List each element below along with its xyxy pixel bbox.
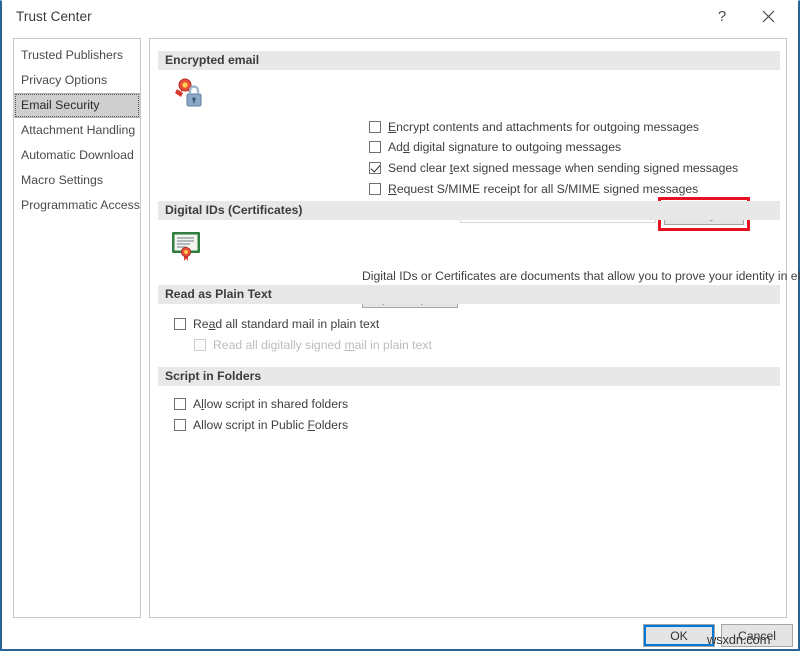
sidebar-item-label: Automatic Download bbox=[21, 148, 134, 162]
checkbox-box[interactable] bbox=[369, 121, 381, 133]
digital-ids-description: Digital IDs or Certificates are document… bbox=[362, 269, 800, 283]
title-bar: Trust Center ? bbox=[2, 1, 798, 34]
category-sidebar: Trusted Publishers Privacy Options Email… bbox=[13, 38, 141, 618]
checkbox-label: Encrypt contents and attachments for out… bbox=[388, 120, 699, 134]
checkbox-allow-script-public-folders[interactable]: Allow script in Public Folders bbox=[174, 418, 348, 432]
window-title: Trust Center bbox=[16, 9, 92, 24]
checkbox-allow-script-shared-folders[interactable]: Allow script in shared folders bbox=[174, 397, 348, 411]
checkbox-label: Add digital signature to outgoing messag… bbox=[388, 140, 622, 154]
checkbox-add-digital-signature[interactable]: Add digital signature to outgoing messag… bbox=[369, 140, 621, 154]
trust-center-dialog: Trust Center ? Trusted Publishers Privac… bbox=[0, 0, 800, 651]
checkbox-box[interactable] bbox=[174, 398, 186, 410]
checkbox-send-clear-text-signed[interactable]: Send clear text signed message when send… bbox=[369, 161, 738, 175]
sidebar-item-label: Email Security bbox=[21, 98, 100, 112]
section-header-script-in-folders: Script in Folders bbox=[158, 367, 780, 386]
sidebar-item-label: Attachment Handling bbox=[21, 123, 136, 137]
section-header-read-as-plain-text: Read as Plain Text bbox=[158, 285, 780, 304]
section-header-digital-ids: Digital IDs (Certificates) bbox=[158, 201, 780, 220]
sidebar-item-trusted-publishers[interactable]: Trusted Publishers bbox=[14, 43, 140, 68]
help-icon[interactable]: ? bbox=[700, 1, 744, 32]
sidebar-item-label: Privacy Options bbox=[21, 73, 108, 87]
ok-button[interactable]: OK bbox=[643, 624, 715, 647]
certificate-lock-icon bbox=[170, 77, 204, 116]
ok-button-label: OK bbox=[670, 628, 688, 643]
sidebar-item-label: Programmatic Access bbox=[21, 198, 140, 212]
checkbox-request-smime-receipt[interactable]: Request S/MIME receipt for all S/MIME si… bbox=[369, 182, 698, 196]
settings-panel: Encrypted email Encrypt contents and att… bbox=[149, 38, 800, 618]
checkbox-box[interactable] bbox=[369, 162, 381, 174]
cancel-button[interactable]: Cancel bbox=[721, 624, 793, 647]
checkbox-read-all-digitally-signed-plain-text: Read all digitally signed mail in plain … bbox=[194, 338, 432, 352]
sidebar-item-macro-settings[interactable]: Macro Settings bbox=[14, 168, 140, 193]
sidebar-item-programmatic-access[interactable]: Programmatic Access bbox=[14, 193, 140, 218]
checkbox-box[interactable] bbox=[174, 419, 186, 431]
checkbox-box[interactable] bbox=[174, 318, 186, 330]
close-icon[interactable] bbox=[746, 1, 790, 32]
sidebar-item-label: Trusted Publishers bbox=[21, 48, 124, 62]
close-glyph bbox=[762, 10, 774, 23]
checkbox-label: Send clear text signed message when send… bbox=[388, 161, 739, 175]
cancel-button-label: Cancel bbox=[738, 628, 776, 643]
sidebar-item-automatic-download[interactable]: Automatic Download bbox=[14, 143, 140, 168]
sidebar-item-privacy-options[interactable]: Privacy Options bbox=[14, 68, 140, 93]
checkbox-box[interactable] bbox=[369, 183, 381, 195]
sidebar-item-email-security[interactable]: Email Security bbox=[14, 93, 140, 118]
sidebar-item-label: Macro Settings bbox=[21, 173, 104, 187]
certificate-document-icon bbox=[170, 229, 204, 268]
section-header-encrypted-email: Encrypted email bbox=[158, 51, 780, 70]
checkbox-label: Allow script in Public Folders bbox=[193, 418, 349, 432]
checkbox-box[interactable] bbox=[369, 141, 381, 153]
help-glyph: ? bbox=[717, 8, 727, 25]
checkbox-label: Request S/MIME receipt for all S/MIME si… bbox=[388, 182, 699, 196]
checkbox-label: Read all digitally signed mail in plain … bbox=[213, 338, 432, 352]
checkbox-label: Read all standard mail in plain text bbox=[193, 317, 380, 331]
checkbox-box bbox=[194, 339, 206, 351]
checkbox-read-all-standard-mail-plain-text[interactable]: Read all standard mail in plain text bbox=[174, 317, 379, 331]
checkbox-label: Allow script in shared folders bbox=[193, 397, 349, 411]
sidebar-item-attachment-handling[interactable]: Attachment Handling bbox=[14, 118, 140, 143]
checkbox-encrypt-contents[interactable]: Encrypt contents and attachments for out… bbox=[369, 120, 699, 134]
